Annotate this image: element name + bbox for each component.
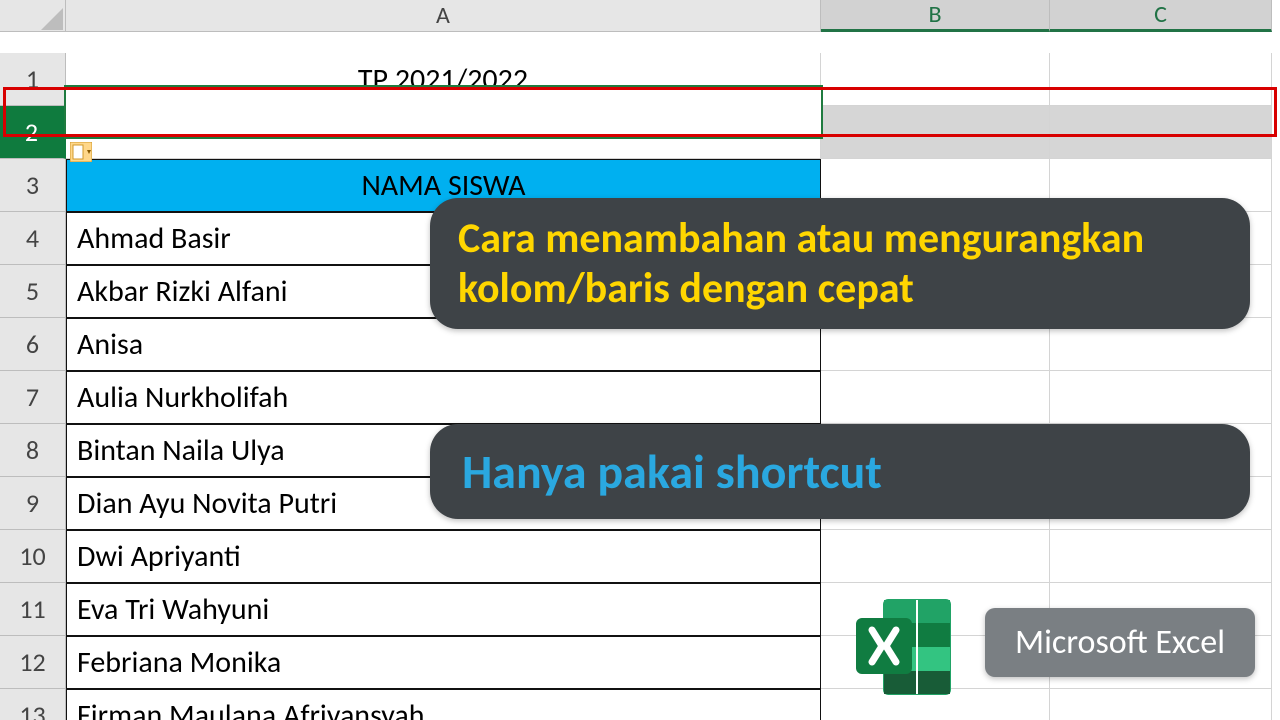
row-header[interactable]: 5 <box>0 265 66 318</box>
row-header[interactable]: 6 <box>0 318 66 371</box>
row-header-3[interactable]: 3 <box>0 159 66 212</box>
cell-name[interactable]: Eva Tri Wahyuni <box>66 583 821 636</box>
row-header-2[interactable]: 2 <box>0 106 66 159</box>
row-header[interactable]: 7 <box>0 371 66 424</box>
cell-A1[interactable]: TP 2021/2022 <box>66 53 821 106</box>
select-all-corner[interactable] <box>0 0 66 32</box>
row-header-1[interactable]: 1 <box>0 53 66 106</box>
cell-A2[interactable] <box>66 106 821 159</box>
cell-empty[interactable] <box>821 530 1050 583</box>
cell-empty[interactable] <box>1050 530 1272 583</box>
overlay-subtitle: Hanya pakai shortcut <box>430 424 1250 519</box>
cell-B1[interactable] <box>821 53 1050 106</box>
cell-B2[interactable] <box>821 106 1050 159</box>
cell-name[interactable]: Febriana Monika <box>66 636 821 689</box>
cell-C1[interactable] <box>1050 53 1272 106</box>
overlay-title: Cara menambahan atau mengurangkan kolom/… <box>430 198 1250 329</box>
cell-name[interactable]: Dwi Apriyanti <box>66 530 821 583</box>
select-all-triangle-icon <box>41 8 63 30</box>
cell-empty[interactable] <box>1050 371 1272 424</box>
excel-icon <box>850 592 960 702</box>
column-header-B[interactable]: B <box>821 0 1050 32</box>
cell-empty[interactable] <box>1050 689 1272 720</box>
row-header[interactable]: 10 <box>0 530 66 583</box>
insert-options-icon[interactable] <box>70 142 92 162</box>
row-header[interactable]: 11 <box>0 583 66 636</box>
column-header-C[interactable]: C <box>1050 0 1272 32</box>
row-header[interactable]: 13 <box>0 689 66 720</box>
row-header[interactable]: 8 <box>0 424 66 477</box>
overlay-app-label: Microsoft Excel <box>985 608 1255 677</box>
cell-name[interactable]: Firman Maulana Afriyansyah <box>66 689 821 720</box>
row-header[interactable]: 12 <box>0 636 66 689</box>
cell-name[interactable]: Aulia Nurkholifah <box>66 371 821 424</box>
column-header-A[interactable]: A <box>66 0 821 32</box>
cell-C2[interactable] <box>1050 106 1272 159</box>
row-header[interactable]: 4 <box>0 212 66 265</box>
cell-empty[interactable] <box>821 371 1050 424</box>
row-header[interactable]: 9 <box>0 477 66 530</box>
